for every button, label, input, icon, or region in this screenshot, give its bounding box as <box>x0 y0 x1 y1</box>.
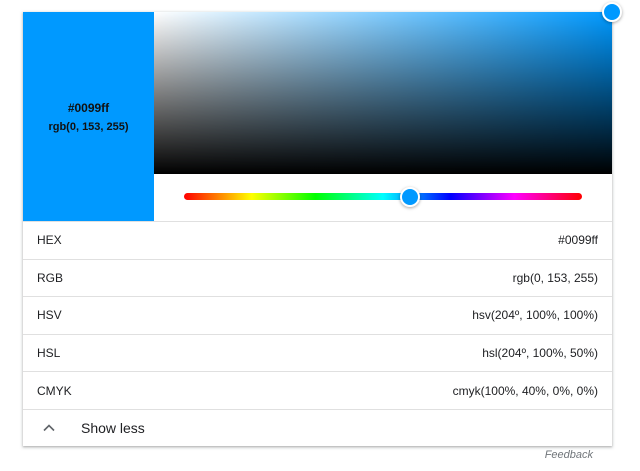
swatch-rgb-label: rgb(0, 153, 255) <box>48 120 129 133</box>
row-label: RGB <box>37 270 64 285</box>
row-hsl: HSL hsl(204º, 100%, 50%) <box>23 333 612 372</box>
feedback-link[interactable]: Feedback <box>545 449 593 461</box>
hue-handle[interactable] <box>400 186 421 207</box>
row-hsv: HSV hsv(204º, 100%, 100%) <box>23 296 612 334</box>
row-rgb: RGB rgb(0, 153, 255) <box>23 258 612 297</box>
saturation-value-area[interactable] <box>154 12 612 174</box>
row-value[interactable]: cmyk(100%, 40%, 0%, 0%) <box>453 384 598 398</box>
show-less-label: Show less <box>81 420 145 436</box>
chevron-up-icon <box>43 424 55 432</box>
hue-slider[interactable] <box>184 193 582 200</box>
color-swatch: #0099ff rgb(0, 153, 255) <box>23 12 154 221</box>
row-label: CMYK <box>37 383 72 398</box>
row-hex: HEX #0099ff <box>23 221 612 259</box>
row-value[interactable]: hsv(204º, 100%, 100%) <box>472 308 598 322</box>
row-value[interactable]: rgb(0, 153, 255) <box>513 271 598 285</box>
color-value-rows: HEX #0099ff RGB rgb(0, 153, 255) HSV hsv… <box>23 221 612 409</box>
saturation-handle[interactable] <box>602 2 622 22</box>
row-label: HSV <box>37 308 62 323</box>
show-less-button[interactable]: Show less <box>23 409 612 446</box>
row-label: HSL <box>37 346 61 361</box>
color-picker-card: #0099ff rgb(0, 153, 255) HEX #0099ff RGB… <box>23 2 622 446</box>
row-cmyk: CMYK cmyk(100%, 40%, 0%, 0%) <box>23 371 612 409</box>
swatch-hex-label: #0099ff <box>67 100 110 115</box>
row-label: HEX <box>37 233 62 248</box>
row-value[interactable]: #0099ff <box>558 233 598 247</box>
row-value[interactable]: hsl(204º, 100%, 50%) <box>482 346 598 360</box>
